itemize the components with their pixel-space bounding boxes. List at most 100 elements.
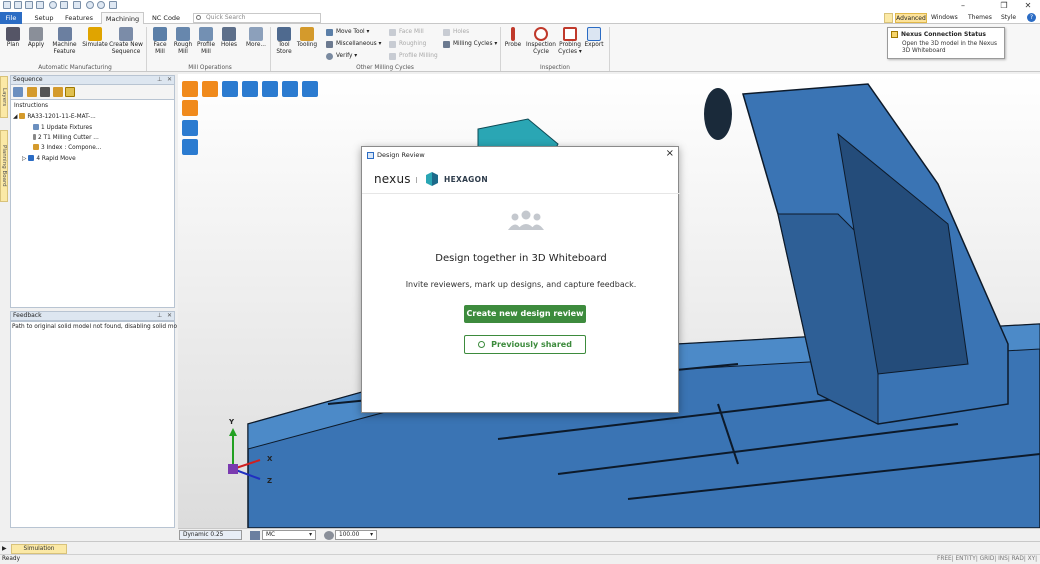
miscellaneous-menu[interactable]: Miscellaneous ▾ <box>326 39 381 49</box>
pin-icon[interactable]: ⊥ <box>157 76 162 84</box>
nexus-logo: nexus <box>374 172 411 186</box>
tab-nc-code[interactable]: NC Code <box>148 12 184 24</box>
dialog-close-button[interactable]: × <box>666 148 674 159</box>
more-button[interactable]: More... <box>244 27 268 49</box>
move-tool-menu[interactable]: Move Tool ▾ <box>326 27 369 37</box>
print-icon[interactable] <box>36 1 44 9</box>
milling-cycles-menu[interactable]: Milling Cycles ▾ <box>443 39 497 49</box>
dialog-description: Invite reviewers, mark up designs, and c… <box>405 280 637 289</box>
tab-planning-board[interactable]: Planning Board <box>0 130 8 202</box>
view-stock-icon[interactable] <box>242 81 258 97</box>
view-fixture-icon[interactable] <box>222 81 238 97</box>
style-menu[interactable]: Style <box>1001 13 1016 23</box>
tab-layers[interactable]: Layers <box>0 76 8 118</box>
probing-cycles-label: Probing Cycles <box>558 42 581 55</box>
create-new-sequence-button[interactable]: Create New Sequence <box>109 27 143 55</box>
roughing-item[interactable]: Roughing <box>389 39 426 49</box>
close-panel-icon[interactable]: ✕ <box>167 312 172 320</box>
app-icon[interactable] <box>3 1 11 9</box>
profile-mill-button[interactable]: Profile Mill <box>195 27 217 55</box>
holes-label: Holes <box>220 42 238 48</box>
expand-icon[interactable]: ▶ <box>2 545 7 552</box>
highlight-icon[interactable] <box>65 87 75 97</box>
probe-button[interactable]: Probe <box>503 27 523 49</box>
face-mill-label: Face Mill <box>153 42 167 55</box>
view-iso-icon[interactable] <box>182 120 198 136</box>
export-button[interactable]: Export <box>583 27 605 49</box>
info-icon[interactable] <box>49 1 57 9</box>
zoom-icon[interactable] <box>262 81 278 97</box>
tree-node-index[interactable]: 3 Index : Compone... <box>33 144 101 152</box>
tree-node-rapid-move[interactable]: ▷ 4 Rapid Move <box>22 155 76 163</box>
help-icon[interactable]: ? <box>1027 13 1036 22</box>
profile-milling-item[interactable]: Profile Milling <box>389 51 438 61</box>
holes-cycle-item[interactable]: Holes <box>443 27 469 37</box>
minimize-button[interactable]: – <box>952 0 974 11</box>
advanced-button[interactable]: Advanced <box>895 13 927 23</box>
move-tool-label: Move Tool <box>336 29 365 35</box>
tree-node-milling-cutter[interactable]: 2 T1 Milling Cutter ... <box>33 134 99 142</box>
apply-button[interactable]: Apply <box>25 27 47 49</box>
tool-icon[interactable] <box>60 1 68 9</box>
pin-icon[interactable]: ⊥ <box>157 312 162 320</box>
nexus-status-icon[interactable] <box>884 13 893 23</box>
view-shaded-icon[interactable] <box>182 100 198 116</box>
face-mill-cycle-item[interactable]: Face Mill <box>389 27 424 37</box>
refresh-icon[interactable] <box>13 87 23 97</box>
tooling-button[interactable]: Tooling <box>296 27 318 49</box>
view-cube-icon[interactable] <box>182 81 198 97</box>
cut-icon[interactable] <box>73 1 81 9</box>
roughing-icon <box>389 41 396 48</box>
tree-node-update-fixtures[interactable]: 1 Update Fixtures <box>33 124 92 132</box>
view-wireframe-icon[interactable] <box>182 139 198 155</box>
restore-button[interactable]: ❐ <box>993 0 1015 11</box>
rough-mill-button[interactable]: Rough Mill <box>172 27 194 55</box>
close-file-icon[interactable] <box>109 1 117 9</box>
grid-icon[interactable] <box>40 87 50 97</box>
probing-cycles-button[interactable]: Probing Cycles ▾ <box>558 27 582 55</box>
undo-icon[interactable] <box>86 1 94 9</box>
simulate-button[interactable]: Simulate <box>81 27 109 49</box>
face-mill-button[interactable]: Face Mill <box>150 27 170 55</box>
collaboration-icon <box>508 210 544 230</box>
tab-features[interactable]: Features <box>62 12 96 24</box>
verify-menu[interactable]: Verify ▾ <box>326 51 357 61</box>
search-icon <box>196 15 201 20</box>
windows-menu[interactable]: Windows <box>931 13 958 23</box>
machine-feature-button[interactable]: Machine Feature <box>51 27 78 55</box>
machine-feature-icon <box>57 27 72 41</box>
close-panel-icon[interactable]: ✕ <box>167 76 172 84</box>
export-label: Export <box>584 42 604 48</box>
machine-feature-label: Machine Feature <box>52 42 77 55</box>
tab-setup[interactable]: Setup <box>30 12 58 24</box>
mc-select[interactable]: MC ▾ <box>262 530 316 540</box>
create-design-review-button[interactable]: Create new design review <box>464 305 586 323</box>
close-window-button[interactable]: ✕ <box>1017 0 1039 11</box>
group-mill-operations: Mill Operations <box>188 65 232 71</box>
zoom-value: 100.00 <box>339 532 360 538</box>
hexagon-logo-icon <box>426 172 438 186</box>
profile-milling-icon <box>389 53 396 60</box>
status-flags: FREE| ENTITY| GRID| INS| RAD| XY| MM <box>937 556 1038 562</box>
view-toolpath-icon[interactable] <box>202 81 218 97</box>
previously-shared-button[interactable]: Previously shared <box>464 335 586 354</box>
quick-search-input[interactable]: Quick Search <box>193 13 321 23</box>
dynamic-mode-field[interactable]: Dynamic 0.25 <box>179 530 242 540</box>
holes-icon <box>222 27 236 41</box>
themes-menu[interactable]: Themes <box>968 13 992 23</box>
save-icon[interactable] <box>25 1 33 9</box>
tab-file[interactable]: File <box>0 12 22 24</box>
zoom-select[interactable]: 100.00 ▾ <box>335 530 377 540</box>
open-icon[interactable] <box>14 1 22 9</box>
view-list-icon[interactable] <box>282 81 298 97</box>
tree-node-root[interactable]: ◢ RA33-1201-11-E-MAT-... <box>13 113 96 121</box>
view-grid-icon[interactable] <box>302 81 318 97</box>
folder-icon[interactable] <box>27 87 37 97</box>
sequence-tool-icon[interactable] <box>53 87 63 97</box>
plan-button[interactable]: Plan <box>3 27 23 49</box>
holes-button[interactable]: Holes <box>219 27 239 49</box>
redo-icon[interactable] <box>97 1 105 9</box>
tool-store-button[interactable]: Tool Store <box>273 27 295 55</box>
inspection-cycle-button[interactable]: Inspection Cycle <box>525 27 557 55</box>
tab-simulation[interactable]: Simulation <box>11 544 67 554</box>
